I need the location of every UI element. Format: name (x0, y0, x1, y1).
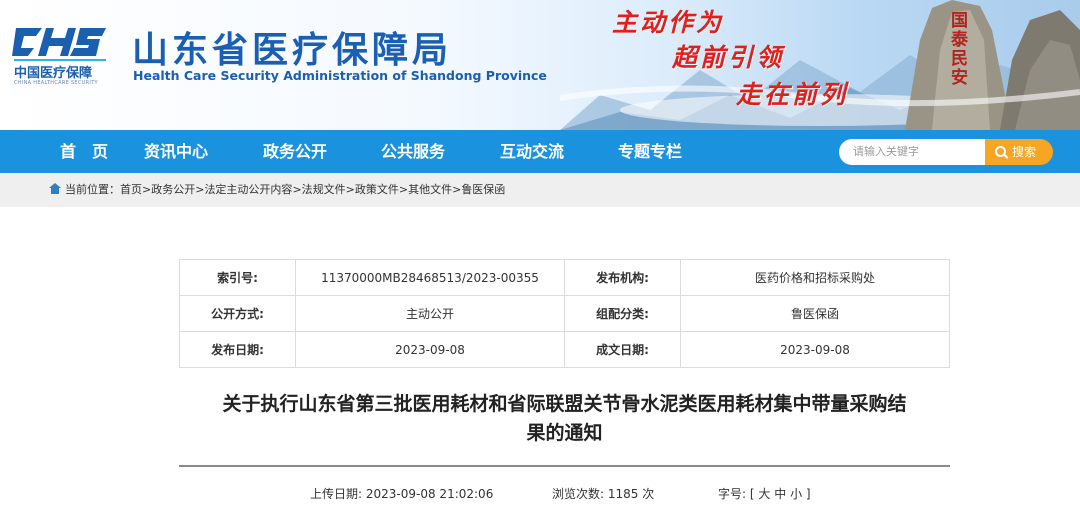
upload-date-label: 上传日期: (310, 487, 363, 501)
rock-inscription-large: 国泰民安 (951, 11, 968, 88)
breadcrumb-item-policy-documents[interactable]: 政策文件 (355, 183, 399, 196)
publisher-value: 医药价格和招标采购处 (680, 259, 950, 296)
breadcrumb-separator: > (452, 183, 462, 196)
search-icon (995, 146, 1006, 157)
nav-item-government-affairs[interactable]: 政务公开 (263, 130, 327, 173)
breadcrumb: 当前位置：首页>政务公开>法定主动公开内容>法规文件>政策文件>其他文件>鲁医保… (49, 173, 505, 207)
chs-logo-mark (12, 28, 106, 61)
index-number-value: 11370000MB28468513/2023-00355 (295, 259, 565, 296)
main-nav: 首 页 资讯中心 政务公开 公共服务 互动交流 专题专栏 搜索 (0, 130, 1080, 173)
breadcrumb-separator: > (142, 183, 152, 196)
table-row: 公开方式: 主动公开 组配分类: 鲁医保函 (179, 295, 950, 332)
font-size-switcher: 字号: [ 大 中 小 ] (718, 485, 811, 502)
view-count-unit: 次 (642, 487, 655, 501)
view-count-label: 浏览次数: (552, 487, 605, 501)
nav-item-news[interactable]: 资讯中心 (144, 130, 208, 173)
nav-item-interaction[interactable]: 互动交流 (500, 130, 564, 173)
publish-date-value: 2023-09-08 (295, 331, 565, 368)
site-header: 中国医疗保障 CHINA HEALTHCARE SECURITY 山东省医疗保障… (0, 0, 1080, 130)
logo-english-text: CHINA HEALTHCARE SECURITY (14, 80, 98, 86)
disclosure-method-value: 主动公开 (295, 295, 565, 332)
search-button[interactable]: 搜索 (985, 139, 1053, 165)
slogan-line-3: 走在前列 (736, 80, 849, 109)
search-input[interactable] (839, 139, 985, 165)
upload-date-value: 2023-09-08 21:02:06 (365, 487, 494, 501)
title-divider (179, 465, 950, 467)
font-size-bracket-close: ] (805, 487, 811, 501)
font-size-label: 字号: (718, 487, 747, 501)
nav-item-home[interactable]: 首 页 (60, 130, 108, 173)
document-info-table: 索引号: 11370000MB28468513/2023-00355 发布机构:… (179, 259, 950, 368)
upload-date: 上传日期: 2023-09-08 21:02:06 (310, 485, 493, 502)
category-value: 鲁医保函 (680, 295, 950, 332)
publisher-label: 发布机构: (564, 259, 681, 296)
article-title-line-1: 关于执行山东省第三批医用耗材和省际联盟关节骨水泥类医用耗材集中带量采购结 (222, 393, 907, 415)
font-size-large[interactable]: 大 (758, 487, 770, 501)
home-icon (49, 183, 61, 194)
search-button-label: 搜索 (1012, 145, 1037, 159)
breadcrumb-separator: > (292, 183, 302, 196)
publish-date-label: 发布日期: (179, 331, 296, 368)
breadcrumb-separator: > (398, 183, 409, 196)
article-title-line-2: 果的通知 (526, 422, 603, 444)
disclosure-method-label: 公开方式: (179, 295, 296, 332)
slogan-line-2: 超前引领 (672, 43, 785, 72)
view-count-value: 1185 (607, 487, 639, 501)
breadcrumb-item-statutory-disclosure[interactable]: 法定主动公开内容 (204, 183, 292, 196)
nav-item-special-topics[interactable]: 专题专栏 (618, 130, 682, 173)
nav-item-public-services[interactable]: 公共服务 (381, 130, 445, 173)
font-size-medium[interactable]: 中 (774, 487, 786, 501)
created-date-value: 2023-09-08 (680, 331, 950, 368)
breadcrumb-bar: 当前位置：首页>政务公开>法定主动公开内容>法规文件>政策文件>其他文件>鲁医保… (0, 173, 1080, 207)
table-row: 索引号: 11370000MB28468513/2023-00355 发布机构:… (179, 259, 950, 296)
article-title: 关于执行山东省第三批医用耗材和省际联盟关节骨水泥类医用耗材集中带量采购结 果的通… (179, 390, 950, 448)
slogan-line-1: 主动作为 (612, 8, 725, 37)
index-number-label: 索引号: (179, 259, 296, 296)
logo-chinese-text: 中国医疗保障 (14, 66, 93, 81)
created-date-label: 成文日期: (564, 331, 681, 368)
chs-logo[interactable]: 中国医疗保障 CHINA HEALTHCARE SECURITY (12, 22, 112, 86)
site-title-english: Health Care Security Administration of S… (133, 68, 547, 83)
view-count: 浏览次数: 1185 次 (552, 485, 654, 502)
font-size-small[interactable]: 小 (790, 487, 802, 501)
breadcrumb-separator: > (345, 183, 355, 196)
site-title: 山东省医疗保障局 (132, 30, 453, 71)
breadcrumb-item-other-documents[interactable]: 其他文件 (408, 183, 452, 196)
breadcrumb-item-government-affairs[interactable]: 政务公开 (151, 183, 195, 196)
breadcrumb-item-home[interactable]: 首页 (120, 183, 142, 196)
font-size-bracket-open: [ (749, 487, 755, 501)
table-row: 发布日期: 2023-09-08 成文日期: 2023-09-08 (179, 331, 950, 368)
breadcrumb-item-lu-yibao-han[interactable]: 鲁医保函 (461, 183, 505, 196)
category-label: 组配分类: (564, 295, 681, 332)
breadcrumb-item-regulations[interactable]: 法规文件 (302, 183, 346, 196)
breadcrumb-label: 当前位置： (65, 183, 120, 196)
